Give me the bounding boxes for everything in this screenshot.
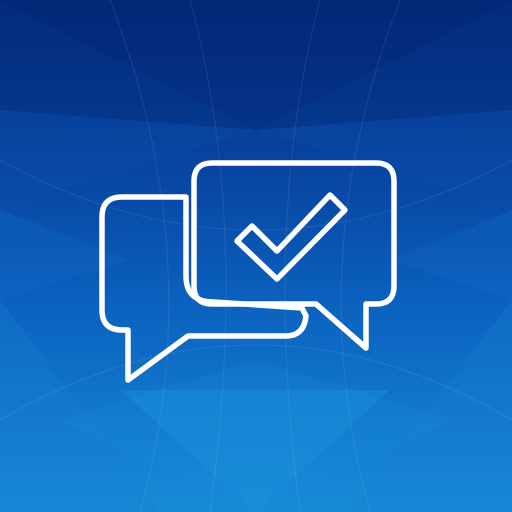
- checkmark-icon: [234, 192, 348, 282]
- front-speech-bubble-icon: [191, 160, 397, 351]
- back-speech-bubble-icon: [99, 194, 309, 383]
- chat-bubbles-checkmark-icon: [99, 160, 397, 383]
- app-icon[interactable]: [0, 0, 512, 512]
